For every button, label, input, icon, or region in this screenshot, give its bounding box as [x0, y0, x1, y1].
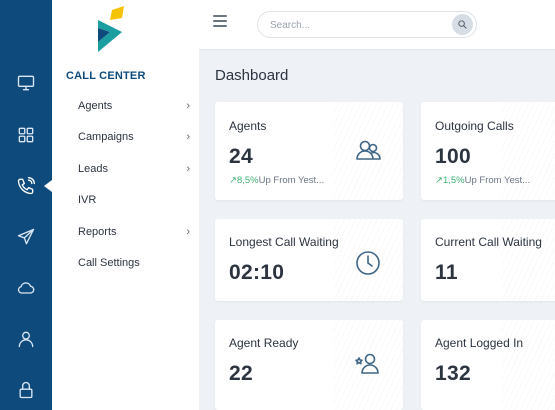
sidebar-item-label: IVR: [78, 194, 97, 206]
sidebar-item-label: Reports: [78, 226, 117, 238]
topbar: [199, 0, 555, 50]
stat-card-agent-logged-in[interactable]: Agent Logged In 132: [421, 320, 555, 410]
card-value: 132: [435, 362, 471, 385]
sidebar-item-label: Leads: [78, 163, 108, 175]
page-title: Dashboard: [215, 67, 289, 84]
chevron-right-icon: ›: [186, 163, 190, 175]
trend-up-icon: ↗: [229, 175, 237, 186]
trend-text: Up From Yest...: [464, 175, 531, 186]
card-title: Agents: [229, 119, 267, 133]
grid-icon[interactable]: [0, 117, 52, 153]
card-title: Current Call Waiting: [435, 235, 542, 249]
chevron-right-icon: ›: [186, 131, 190, 143]
icon-rail: [0, 0, 52, 410]
sidebar-item-label: Agents: [78, 100, 113, 112]
search-button[interactable]: [452, 14, 473, 35]
sidebar-item-campaigns[interactable]: Campaigns ›: [78, 126, 190, 148]
logo: [98, 6, 124, 52]
trend-up-icon: ↗: [435, 175, 443, 186]
card-value: 24: [229, 145, 253, 168]
search-input[interactable]: [270, 17, 440, 33]
sidebar-item-reports[interactable]: Reports ›: [78, 221, 190, 243]
lock-icon[interactable]: [0, 372, 52, 408]
section-title: CALL CENTER: [66, 70, 146, 82]
trend-percent: 1,5%: [442, 175, 465, 186]
sidebar-item-label: Call Settings: [78, 257, 140, 269]
users-icon: [353, 136, 383, 166]
send-icon[interactable]: [0, 219, 52, 255]
card-trend: ↗8,5%Up From Yest...: [229, 175, 324, 186]
card-value: 11: [435, 261, 458, 284]
stat-card-outgoing-calls[interactable]: Outgoing Calls 100 ↗1,5%Up From Yest...: [421, 102, 555, 200]
stat-card-longest-call-waiting[interactable]: Longest Call Waiting 02:10: [215, 219, 403, 301]
stat-card-agents[interactable]: Agents 24 ↗8,5%Up From Yest...: [215, 102, 403, 200]
cloud-icon[interactable]: [0, 270, 52, 306]
sidebar-item-call-settings[interactable]: Call Settings: [78, 252, 190, 274]
card-title: Agent Logged In: [435, 336, 524, 350]
user-icon[interactable]: [0, 321, 52, 357]
card-texture: [501, 219, 555, 301]
chevron-right-icon: ›: [186, 100, 190, 112]
search-box: [257, 11, 477, 38]
hamburger-menu-icon[interactable]: [213, 15, 227, 29]
stat-card-agent-ready[interactable]: Agent Ready 22: [215, 320, 403, 410]
card-value: 22: [229, 362, 253, 385]
sidebar-item-leads[interactable]: Leads ›: [78, 158, 190, 180]
sidebar-item-label: Campaigns: [78, 131, 134, 143]
clock-icon: [353, 248, 383, 278]
stat-card-current-call-waiting[interactable]: Current Call Waiting 11: [421, 219, 555, 301]
card-trend: ↗1,5%Up From Yest...: [435, 175, 530, 186]
sidebar-item-agents[interactable]: Agents ›: [78, 95, 190, 117]
card-value: 02:10: [229, 261, 285, 284]
monitor-icon[interactable]: [0, 65, 52, 101]
card-title: Agent Ready: [229, 336, 299, 350]
chevron-right-icon: ›: [186, 226, 190, 238]
card-title: Longest Call Waiting: [229, 235, 339, 249]
sidebar-item-ivr[interactable]: IVR: [78, 189, 190, 211]
trend-percent: 8,5%: [236, 175, 259, 186]
search-icon: [458, 20, 467, 29]
trend-text: Up From Yest...: [258, 175, 325, 186]
card-value: 100: [435, 145, 471, 168]
sidebar: CALL CENTER Agents › Campaigns › Leads ›…: [52, 0, 199, 410]
active-indicator: [44, 180, 52, 192]
card-title: Outgoing Calls: [435, 119, 514, 133]
card-texture: [501, 320, 555, 410]
user-star-icon: [353, 350, 383, 380]
